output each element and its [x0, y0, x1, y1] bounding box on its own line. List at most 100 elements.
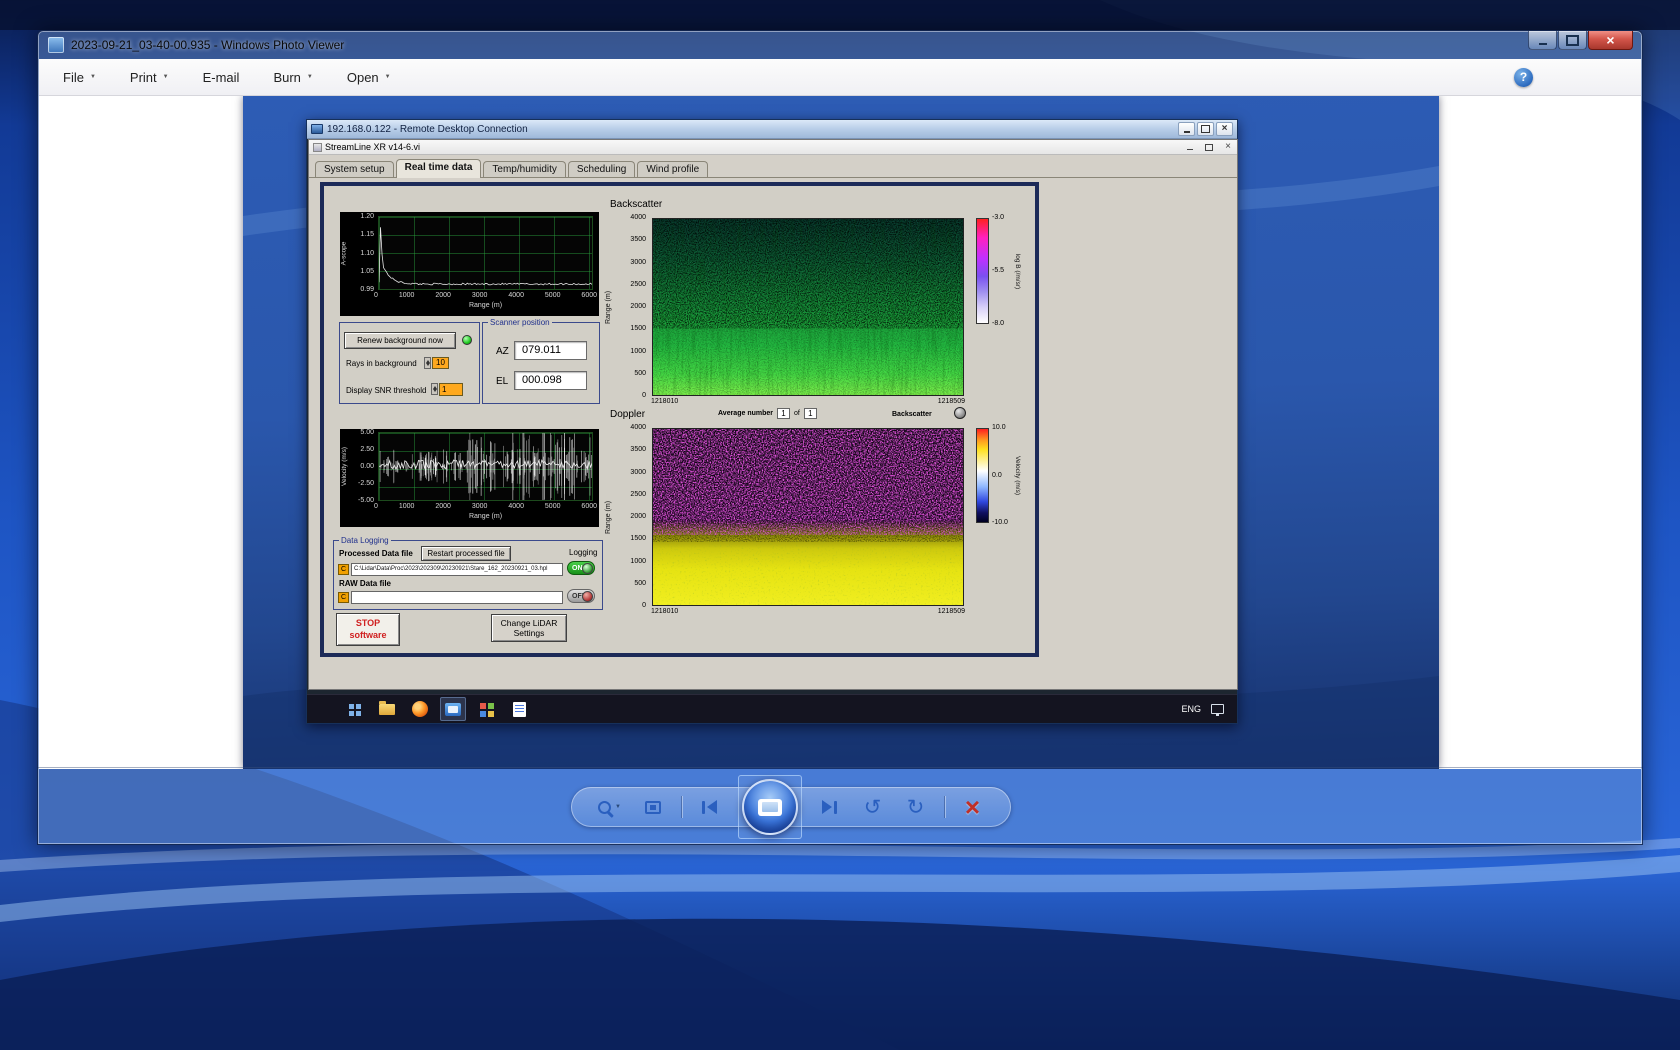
- raw-path-field[interactable]: [351, 591, 563, 604]
- minimize-button[interactable]: [1528, 31, 1557, 50]
- zoom-button[interactable]: [595, 792, 625, 822]
- change-lidar-settings-button[interactable]: Change LiDAR Settings: [491, 614, 567, 642]
- help-button[interactable]: ?: [1514, 68, 1533, 87]
- rays-in-background-field[interactable]: 10: [432, 357, 449, 369]
- photo-viewer-icon: [48, 37, 64, 53]
- app-restore-button[interactable]: [1204, 143, 1214, 152]
- rays-in-background-label: Rays in background: [346, 359, 417, 368]
- tab-wind-profile[interactable]: Wind profile: [637, 161, 708, 178]
- app-close-button[interactable]: [1223, 143, 1233, 152]
- photo-viewer-window: 2023-09-21_03-40-00.935 - Windows Photo …: [37, 30, 1643, 845]
- next-button[interactable]: [815, 792, 845, 822]
- menu-print-label: Print: [130, 70, 157, 85]
- delete-button[interactable]: [958, 792, 988, 822]
- rdp-window-controls: [1178, 122, 1233, 136]
- raw-path-row: C: [338, 591, 563, 604]
- next-icon: [834, 801, 837, 814]
- photo-viewer-titlebar[interactable]: 2023-09-21_03-40-00.935 - Windows Photo …: [38, 31, 1642, 59]
- velocity-trace: [379, 433, 592, 500]
- snr-threshold-label: Display SNR threshold: [346, 386, 426, 395]
- a-scope-trace: [379, 217, 592, 289]
- menu-open-label: Open: [347, 70, 379, 85]
- tab-temp-humidity[interactable]: Temp/humidity: [483, 161, 565, 178]
- app-minimize-button[interactable]: [1185, 143, 1195, 152]
- rays-spinner[interactable]: [424, 357, 431, 369]
- az-value: 079.011: [514, 341, 587, 360]
- menu-open[interactable]: Open: [347, 70, 391, 85]
- close-button[interactable]: [1588, 31, 1633, 50]
- data-logging-title: Data Logging: [339, 536, 391, 545]
- scanner-position-title: Scanner position: [488, 318, 552, 327]
- doppler-heatmap: [652, 428, 964, 606]
- backscatter-colorbar: [976, 218, 989, 324]
- menu-burn[interactable]: Burn: [273, 70, 312, 85]
- doppler-noise: [653, 429, 963, 605]
- rotate-counterclockwise-button[interactable]: [858, 792, 888, 822]
- backscatter-title: Backscatter: [610, 199, 662, 210]
- restart-processed-file-button[interactable]: Restart processed file: [421, 546, 511, 561]
- snr-spinner[interactable]: [431, 383, 438, 395]
- snr-threshold-field[interactable]: 1: [439, 383, 463, 396]
- menu-email[interactable]: E-mail: [203, 70, 240, 85]
- maximize-button[interactable]: [1558, 31, 1587, 50]
- toolbar-divider: [681, 796, 682, 818]
- processed-path-row: C C:\Lidar\Data\Proc\2023\202309\2023092…: [338, 563, 563, 576]
- processed-logging-toggle[interactable]: ON: [567, 561, 595, 575]
- settings-label: Settings: [514, 628, 545, 638]
- rdp-maximize-button[interactable]: [1197, 122, 1214, 136]
- previous-button[interactable]: [695, 792, 725, 822]
- toggle-knob-icon: [582, 563, 593, 574]
- display-icon[interactable]: [1211, 704, 1224, 714]
- toolbar-divider: [944, 796, 945, 818]
- velocity-plot-area: [378, 432, 593, 501]
- tab-scheduling[interactable]: Scheduling: [568, 161, 635, 178]
- slideshow-button-frame: [738, 775, 802, 839]
- start-icon[interactable]: [341, 697, 367, 721]
- menu-file[interactable]: File: [63, 70, 96, 85]
- stop-label: STOP: [356, 618, 380, 629]
- rdp-close-button[interactable]: [1216, 122, 1233, 136]
- next-arrow-icon: [822, 800, 832, 814]
- stop-software-button[interactable]: STOP software: [336, 613, 400, 646]
- app-icon: [313, 143, 322, 152]
- rotate-clockwise-button[interactable]: [901, 792, 931, 822]
- backscatter-x-end: 1218509: [938, 398, 965, 405]
- data-logging-group: Data Logging Processed Data file Restart…: [333, 540, 603, 610]
- az-label: AZ: [496, 346, 509, 357]
- doppler-title: Doppler: [610, 409, 645, 420]
- menu-print[interactable]: Print: [130, 70, 169, 85]
- tab-real-time-data[interactable]: Real time data: [396, 159, 482, 178]
- backscatter-x-start: 1218010: [651, 398, 678, 405]
- renew-background-button[interactable]: Renew background now: [344, 332, 456, 349]
- menu-bar: File Print E-mail Burn Open ?: [39, 59, 1641, 96]
- firefox-icon[interactable]: [407, 697, 433, 721]
- document-app-icon[interactable]: [506, 697, 532, 721]
- processed-path-field[interactable]: C:\Lidar\Data\Proc\2023\202309\20230921\…: [351, 563, 563, 576]
- backscatter-xticks: 1218010 1218509: [651, 398, 965, 405]
- background-led-indicator: [462, 335, 472, 345]
- average-number-control: Average number 1 of 1: [718, 408, 817, 419]
- app-titlebar[interactable]: StreamLine XR v14-6.vi: [309, 140, 1237, 155]
- actual-size-button[interactable]: [638, 792, 668, 822]
- velocity-xticks: 0100020003000400050006000: [374, 503, 597, 510]
- velocity-chart: Velocity (m/s) 5.002.500.00-2.50-5.00 01…: [340, 429, 599, 527]
- doppler-colorbar-label: Velocity (m/s): [1012, 428, 1023, 523]
- backscatter-toggle-knob[interactable]: [954, 407, 966, 419]
- desktop: 2023-09-21_03-40-00.935 - Windows Photo …: [0, 0, 1680, 1050]
- file-explorer-icon[interactable]: [374, 697, 400, 721]
- tab-system-setup[interactable]: System setup: [315, 161, 394, 178]
- menu-file-label: File: [63, 70, 84, 85]
- remote-taskbar: ENG: [307, 694, 1237, 723]
- play-slideshow-button[interactable]: [742, 779, 798, 835]
- average-number-field[interactable]: 1: [777, 408, 790, 419]
- average-total-field[interactable]: 1: [804, 408, 817, 419]
- active-app-icon[interactable]: [440, 697, 466, 721]
- raw-logging-toggle[interactable]: OFF: [567, 589, 595, 603]
- rdp-minimize-button[interactable]: [1178, 122, 1195, 136]
- background-settings-group: Renew background now Rays in background …: [339, 322, 480, 404]
- language-indicator[interactable]: ENG: [1181, 704, 1201, 714]
- doppler-x-end: 1218509: [938, 608, 965, 615]
- rdp-titlebar[interactable]: 192.168.0.122 - Remote Desktop Connectio…: [307, 120, 1237, 139]
- app-grid-icon[interactable]: [473, 697, 499, 721]
- a-scope-xlabel: Range (m): [378, 302, 593, 309]
